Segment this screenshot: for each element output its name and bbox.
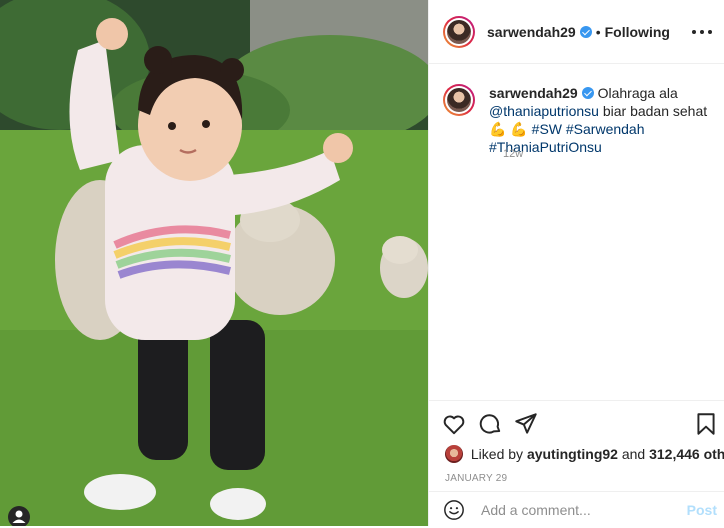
- hashtag-link[interactable]: #Sarwendah: [566, 121, 645, 137]
- comment-icon[interactable]: [477, 411, 503, 437]
- caption-text: sarwendah29 Olahraga ala @thaniaputrions…: [489, 84, 719, 156]
- heart-icon[interactable]: [441, 411, 467, 437]
- liker-username[interactable]: ayutingting92: [527, 446, 618, 462]
- flexed-biceps-emoji: 💪: [489, 121, 507, 137]
- smiley-icon[interactable]: [443, 499, 465, 521]
- caption-body-2: biar badan sehat: [602, 103, 708, 119]
- header-username[interactable]: sarwendah29: [487, 24, 576, 40]
- verified-badge-icon: [579, 26, 592, 38]
- caption-avatar[interactable]: [443, 84, 475, 116]
- liker-avatar[interactable]: [445, 445, 463, 463]
- avatar[interactable]: [443, 16, 475, 48]
- liked-by-prefix: Liked by: [470, 446, 524, 462]
- profile-badge[interactable]: [8, 506, 30, 526]
- bookmark-icon[interactable]: [693, 411, 719, 437]
- post-header: sarwendah29 • Following: [429, 0, 724, 64]
- more-options-icon[interactable]: [691, 22, 715, 42]
- post-details-panel: sarwendah29 • Following sarwendah29 Olahra…: [428, 0, 724, 526]
- likes-count-link[interactable]: 312,446 others: [649, 446, 724, 462]
- header-user-line: sarwendah29 • Following: [487, 24, 670, 40]
- user-icon: [12, 510, 26, 523]
- post-photo[interactable]: [0, 0, 428, 526]
- post-date[interactable]: January 29: [445, 473, 507, 484]
- caption-username[interactable]: sarwendah29: [489, 85, 578, 101]
- verified-badge-icon: [581, 87, 594, 99]
- paper-plane-icon[interactable]: [513, 411, 539, 437]
- caption-mention-link[interactable]: @thaniaputrionsu: [489, 103, 599, 119]
- hashtag-link[interactable]: #SW: [532, 121, 562, 137]
- caption-time[interactable]: 12w: [503, 148, 523, 160]
- separator-dot: •: [595, 24, 601, 40]
- post-photo-illustration: [0, 0, 428, 526]
- post-actions: Liked by ayutingting92 and 312,446 other…: [429, 400, 724, 527]
- flexed-biceps-emoji: 💪: [510, 121, 528, 137]
- comment-input[interactable]: [479, 501, 683, 519]
- post-comment-button[interactable]: Post: [687, 502, 717, 518]
- likes-summary: Liked by ayutingting92 and 312,446 other…: [445, 445, 724, 463]
- comment-bar: Post: [429, 491, 724, 528]
- liked-by-and: and: [621, 446, 646, 462]
- following-button[interactable]: Following: [605, 24, 670, 40]
- caption-body: Olahraga ala: [597, 85, 678, 101]
